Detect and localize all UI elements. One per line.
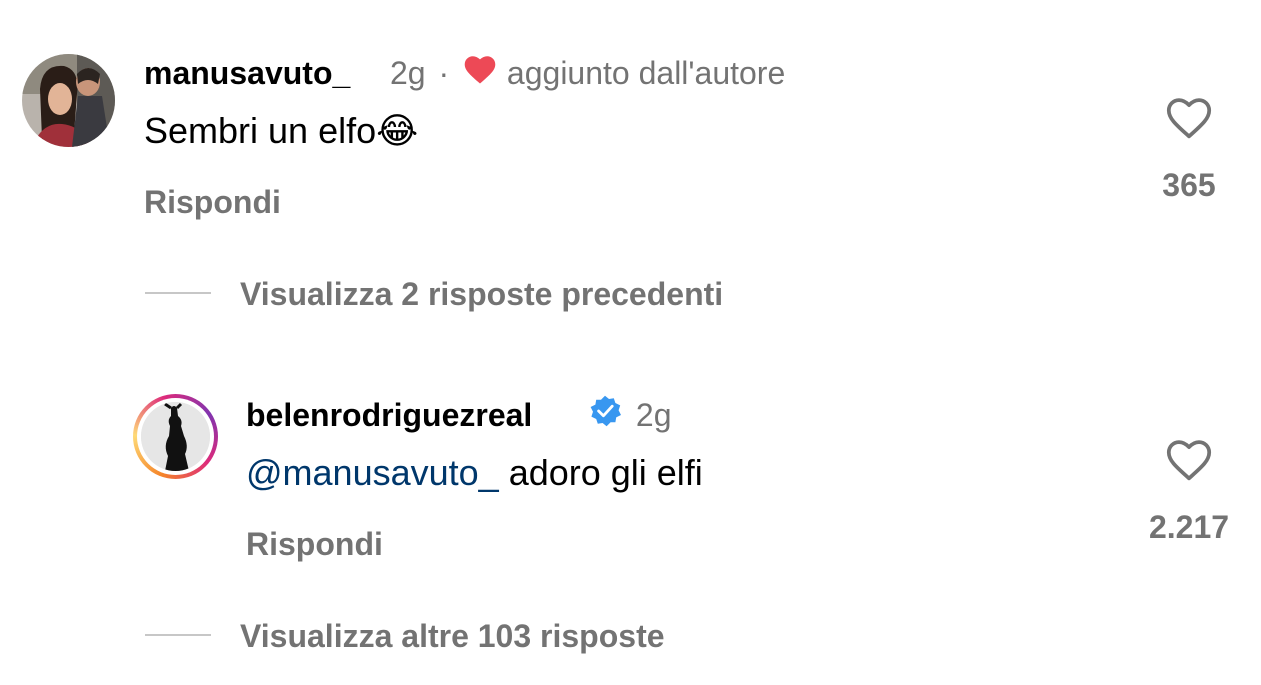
avatar-story-ring — [137, 398, 214, 475]
comment-time: 2g — [390, 55, 426, 91]
comment-time: 2g — [635, 397, 672, 433]
avatar-photo — [22, 54, 115, 147]
comment-username[interactable]: manusavuto_ — [144, 55, 350, 92]
comment-body: adoro gli elfi — [498, 452, 703, 493]
comment-text: @manusavuto_ adoro gli elfi — [246, 452, 703, 494]
avatar-manusavuto[interactable] — [22, 54, 115, 147]
mention-link[interactable]: @manusavuto_ — [246, 452, 499, 493]
verified-badge-icon — [589, 395, 621, 435]
meta-separator: · — [438, 55, 450, 91]
comment-meta: 2g · aggiunto dall'autore — [390, 55, 785, 93]
comment-text: Sembri un elfo😂 — [144, 110, 418, 152]
heart-filled-icon — [462, 53, 498, 93]
reply-button[interactable]: Rispondi — [246, 526, 383, 563]
like-count: 2.217 — [1148, 509, 1230, 545]
thread-line — [145, 292, 211, 294]
like-heart-icon[interactable] — [1164, 94, 1214, 140]
comment-meta: 2g — [589, 395, 672, 435]
liked-by-author-label: aggiunto dall'autore — [506, 55, 786, 91]
view-previous-replies-button[interactable]: Visualizza 2 risposte precedenti — [240, 276, 723, 313]
like-count: 365 — [1162, 167, 1216, 203]
laughing-emoji: 😂 — [376, 110, 419, 151]
reply-button[interactable]: Rispondi — [144, 184, 281, 221]
avatar-photo — [141, 402, 210, 471]
comment-username[interactable]: belenrodriguezreal — [246, 397, 532, 434]
comment-body: Sembri un elfo — [144, 110, 377, 151]
like-heart-icon[interactable] — [1164, 436, 1214, 482]
view-more-replies-button[interactable]: Visualizza altre 103 risposte — [240, 618, 665, 655]
avatar-belenrodriguezreal[interactable] — [133, 394, 218, 479]
thread-line — [145, 634, 211, 636]
